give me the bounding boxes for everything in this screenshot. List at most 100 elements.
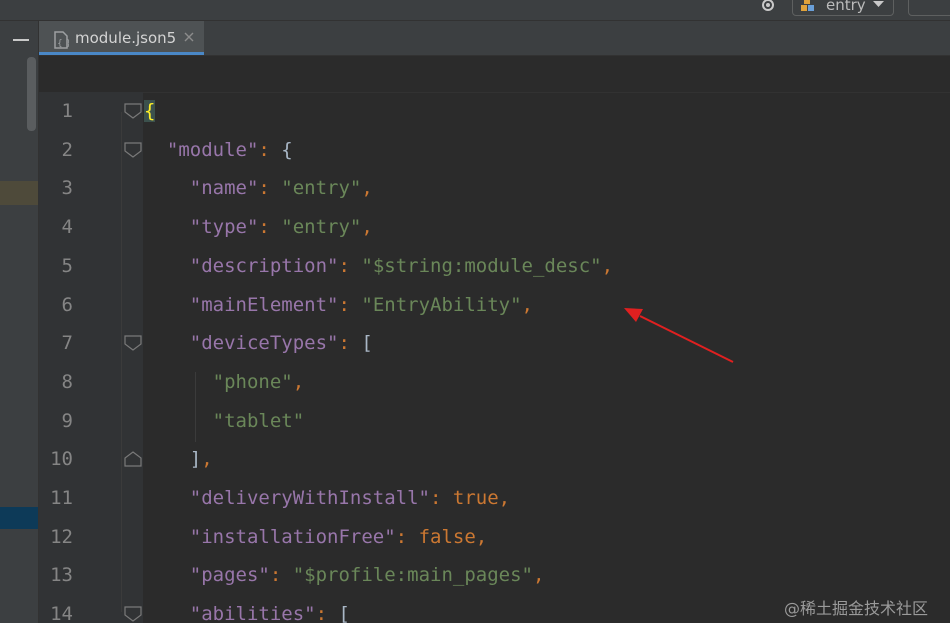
code-token: , xyxy=(475,525,488,548)
code-token: "installationFree" xyxy=(189,525,396,548)
left-tool-panel xyxy=(0,21,39,623)
line-number: 13 xyxy=(50,564,73,587)
code-token: : xyxy=(338,332,362,355)
device-selector-button[interactable] xyxy=(908,0,950,16)
code-token: : xyxy=(258,216,282,239)
code-token: "type" xyxy=(189,216,259,239)
fold-marker-icon[interactable] xyxy=(124,103,142,119)
breadcrumb-bar xyxy=(39,56,950,93)
code-token: : xyxy=(258,138,282,161)
line-number: 14 xyxy=(50,603,73,623)
code-token: : xyxy=(315,603,339,623)
run-configuration-dropdown[interactable]: entry xyxy=(792,0,894,16)
indent-guide xyxy=(121,112,122,612)
fold-marker-icon[interactable] xyxy=(124,335,142,351)
code-line[interactable]: "installationFree": false, xyxy=(144,518,487,556)
line-number: 8 xyxy=(61,370,73,393)
code-line[interactable]: "deliveryWithInstall": true, xyxy=(144,479,510,517)
fold-marker-icon[interactable] xyxy=(124,142,142,158)
editor-tab-bar: { } module.json5 xyxy=(39,21,950,56)
code-token: false xyxy=(418,525,476,548)
code-token: : xyxy=(429,487,453,509)
code-editor[interactable]: 1 2 3 4 5 6 7 8 9 10 11 12 13 14 { "module": { "name"… xyxy=(39,92,950,623)
code-token: "entry" xyxy=(281,216,362,239)
code-line[interactable]: { xyxy=(144,92,156,130)
fold-marker-icon[interactable] xyxy=(124,606,142,622)
json-file-icon: { } xyxy=(54,31,69,49)
line-number: 2 xyxy=(61,138,73,161)
code-token: : xyxy=(338,254,362,277)
panel-row-selected[interactable] xyxy=(0,507,38,529)
code-line[interactable]: ], xyxy=(144,440,213,478)
code-token: , xyxy=(498,487,511,509)
line-number: 1 xyxy=(61,100,73,122)
code-line[interactable]: "name": "entry", xyxy=(144,169,373,207)
code-token: : xyxy=(269,564,293,587)
panel-row-highlighted[interactable] xyxy=(0,181,38,205)
code-token: "module" xyxy=(166,138,259,161)
code-line[interactable]: "phone", xyxy=(144,363,305,401)
code-line[interactable]: "pages": "$profile:main_pages", xyxy=(144,556,545,594)
code-token: [ xyxy=(361,332,373,355)
code-line[interactable]: "module": { xyxy=(144,131,293,169)
main-toolbar: entry xyxy=(0,0,950,21)
panel-scrollbar[interactable] xyxy=(27,57,36,131)
code-token: "phone" xyxy=(212,370,293,393)
close-icon[interactable] xyxy=(184,32,194,42)
line-number-gutter: 1 2 3 4 5 6 7 8 9 10 11 12 13 14 xyxy=(39,92,143,623)
code-token: "pages" xyxy=(189,564,270,587)
code-token: { xyxy=(281,138,293,161)
code-token: "$profile:main_pages" xyxy=(292,564,533,587)
code-token: "deliveryWithInstall" xyxy=(189,487,430,509)
eye-icon[interactable] xyxy=(758,0,778,13)
code-token: , xyxy=(532,564,545,587)
code-token: "description" xyxy=(189,254,339,277)
module-icon xyxy=(801,0,814,11)
code-token: : xyxy=(258,177,282,200)
code-token: : xyxy=(395,525,419,548)
collapse-icon[interactable] xyxy=(13,39,29,41)
code-token: "mainElement" xyxy=(189,293,339,316)
code-token: , xyxy=(201,448,213,471)
code-token: , xyxy=(292,370,305,393)
code-token: , xyxy=(361,177,373,200)
line-number: 3 xyxy=(61,177,73,200)
fold-marker-icon[interactable] xyxy=(124,451,142,467)
code-line[interactable]: "description": "$string:module_desc", xyxy=(144,247,613,285)
chevron-down-icon xyxy=(873,1,884,7)
code-line[interactable]: "tablet" xyxy=(144,402,305,440)
tab-module-json5[interactable]: { } module.json5 xyxy=(39,21,204,55)
line-number: 5 xyxy=(61,254,73,277)
code-token: [ xyxy=(338,603,350,623)
code-token: true xyxy=(452,487,499,509)
code-token: { xyxy=(144,100,156,122)
code-token: "entry" xyxy=(281,177,362,200)
code-token: "EntryAbility" xyxy=(361,293,522,316)
line-number: 6 xyxy=(61,293,73,316)
run-configuration-label: entry xyxy=(826,0,866,14)
code-line[interactable]: "deviceTypes": [ xyxy=(144,324,373,362)
code-token: "tablet" xyxy=(212,409,305,432)
code-line[interactable]: "mainElement": "EntryAbility", xyxy=(144,286,533,324)
code-line[interactable]: "abilities": [ xyxy=(144,595,350,623)
code-token: "name" xyxy=(189,177,259,200)
code-token: : xyxy=(338,293,362,316)
code-token: "abilities" xyxy=(189,603,316,623)
code-line[interactable]: "type": "entry", xyxy=(144,208,373,246)
line-number: 12 xyxy=(50,525,73,548)
code-token: "deviceTypes" xyxy=(189,332,339,355)
watermark-text: @稀土掘金技术社区 xyxy=(784,599,929,618)
line-number: 11 xyxy=(50,487,73,509)
